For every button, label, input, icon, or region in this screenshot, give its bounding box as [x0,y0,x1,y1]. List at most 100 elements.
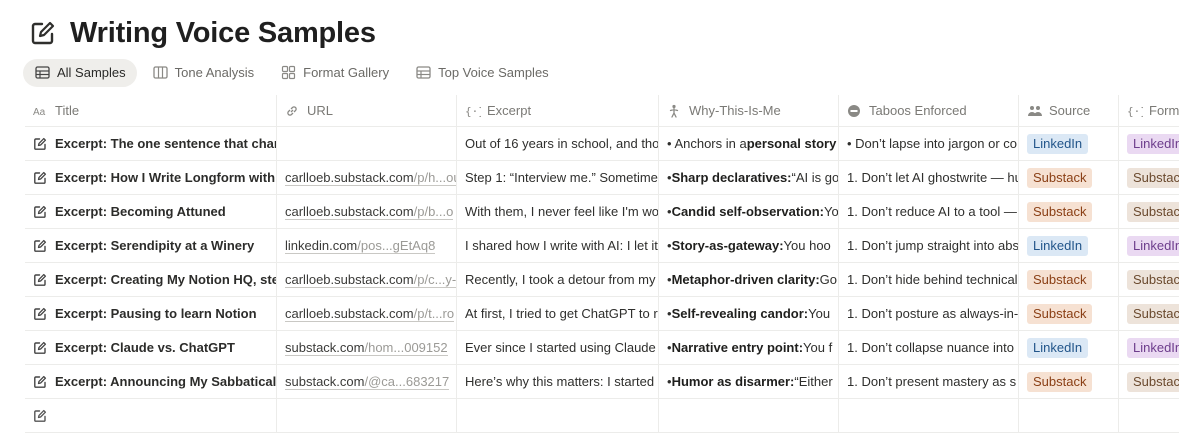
source-cell[interactable]: Substack [1019,195,1119,228]
why-cell[interactable]: • Metaphor-driven clarity: Go [659,263,839,296]
title-cell[interactable]: Excerpt: Announcing My Sabbatical P [25,365,277,398]
url-cell[interactable]: linkedin.com/pos...gEtAq8 [277,229,457,262]
url-path[interactable]: /p/h...ou [413,170,456,186]
format-cell[interactable]: Substack [1119,365,1179,398]
url-domain[interactable]: substack.com [285,340,365,356]
url-path[interactable]: /hom...009152 [364,340,448,356]
title-cell[interactable]: Excerpt: Serendipity at a Winery [25,229,277,262]
table-row[interactable]: Excerpt: Pausing to learn Notion carlloeb… [25,297,1179,331]
column-header-why[interactable]: Why-This-Is-Me [659,95,839,126]
table-row[interactable]: Excerpt: Serendipity at a Winery linkedin… [25,229,1179,263]
new-row-cell[interactable] [457,399,659,432]
taboo-cell[interactable]: • Don’t lapse into jargon or co [839,127,1019,160]
url-cell[interactable] [277,127,457,160]
url-cell[interactable]: carlloeb.substack.com/p/h...ou [277,161,457,194]
format-cell[interactable]: Substack [1119,195,1179,228]
why-cell[interactable]: • Narrative entry point: You f [659,331,839,364]
excerpt-cell[interactable]: With them, I never feel like I'm wo [457,195,659,228]
table-row[interactable]: Excerpt: How I Write Longform with AI car… [25,161,1179,195]
table-row[interactable]: Excerpt: Announcing My Sabbatical Psubst… [25,365,1179,399]
url-domain[interactable]: carlloeb.substack.com [285,272,414,288]
why-cell[interactable]: • Story-as-gateway: You hoo [659,229,839,262]
excerpt-cell[interactable]: Here’s why this matters: I started [457,365,659,398]
title-cell[interactable]: Excerpt: Becoming Attuned [25,195,277,228]
table-row[interactable]: Excerpt: Creating My Notion HQ, step carl… [25,263,1179,297]
taboo-cell[interactable]: 1. Don’t hide behind technical [839,263,1019,296]
excerpt-cell[interactable]: Step 1: “Interview me.” Sometime [457,161,659,194]
source-cell[interactable]: Substack [1019,365,1119,398]
column-header-format[interactable]: {·} Form [1119,95,1179,126]
format-cell[interactable]: Substack [1119,297,1179,330]
why-cell[interactable]: • Anchors in a personal story [659,127,839,160]
row-title[interactable]: Excerpt: How I Write Longform with AI [55,170,276,185]
why-cell[interactable]: • Candid self-observation: Yo [659,195,839,228]
excerpt-cell[interactable]: Ever since I started using Claude [457,331,659,364]
tab-tone-analysis[interactable]: Tone Analysis [141,59,266,87]
source-cell[interactable]: LinkedIn [1019,127,1119,160]
url-domain[interactable]: linkedin.com [285,238,358,254]
table-row[interactable]: Excerpt: Becoming Attuned carlloeb.substa… [25,195,1179,229]
table-row[interactable]: Excerpt: The one sentence that changed Ou… [25,127,1179,161]
excerpt-cell[interactable]: Out of 16 years in school, and tho [457,127,659,160]
row-title[interactable]: Excerpt: Serendipity at a Winery [55,238,254,253]
row-title[interactable]: Excerpt: Announcing My Sabbatical P [55,374,276,389]
column-header-source[interactable]: Source [1019,95,1119,126]
url-path[interactable]: /p/b...o [413,204,454,220]
taboo-cell[interactable]: 1. Don’t let AI ghostwrite — hu [839,161,1019,194]
excerpt-cell[interactable]: Recently, I took a detour from my [457,263,659,296]
url-domain[interactable]: carlloeb.substack.com [285,204,414,220]
row-title[interactable]: Excerpt: The one sentence that changed [55,136,276,151]
excerpt-cell[interactable]: I shared how I write with AI: I let it [457,229,659,262]
new-row-cell[interactable] [1119,399,1179,432]
row-title[interactable]: Excerpt: Pausing to learn Notion [55,306,257,321]
row-title[interactable]: Excerpt: Claude vs. ChatGPT [55,340,235,355]
column-header-excerpt[interactable]: {·} Excerpt [457,95,659,126]
row-title[interactable]: Excerpt: Creating My Notion HQ, step [55,272,276,287]
table-row[interactable]: Excerpt: Claude vs. ChatGPT substack.com /… [25,331,1179,365]
taboo-cell[interactable]: 1. Don’t reduce AI to a tool — [839,195,1019,228]
new-row-title[interactable] [25,399,277,432]
url-path[interactable]: /p/c...y- [413,272,456,288]
url-path[interactable]: /@ca...683217 [364,374,450,390]
format-cell[interactable]: LinkedIn [1119,331,1179,364]
source-cell[interactable]: Substack [1019,263,1119,296]
title-cell[interactable]: Excerpt: Claude vs. ChatGPT [25,331,277,364]
url-domain[interactable]: substack.com [285,374,365,390]
taboo-cell[interactable]: 1. Don’t collapse nuance into [839,331,1019,364]
title-cell[interactable]: Excerpt: How I Write Longform with AI [25,161,277,194]
title-cell[interactable]: Excerpt: Creating My Notion HQ, step [25,263,277,296]
why-cell[interactable]: • Sharp declaratives: “AI is go [659,161,839,194]
format-cell[interactable]: LinkedIn [1119,229,1179,262]
new-row-cell[interactable] [839,399,1019,432]
new-row[interactable] [25,399,1179,433]
url-cell[interactable]: carlloeb.substack.com/p/c...y- [277,263,457,296]
url-cell[interactable]: substack.com/@ca...683217 [277,365,457,398]
url-domain[interactable]: carlloeb.substack.com [285,170,414,186]
taboo-cell[interactable]: 1. Don’t present mastery as s [839,365,1019,398]
source-cell[interactable]: LinkedIn [1019,229,1119,262]
tab-top-voice-samples[interactable]: Top Voice Samples [404,59,560,87]
tab-format-gallery[interactable]: Format Gallery [269,59,400,87]
title-cell[interactable]: Excerpt: The one sentence that changed [25,127,277,160]
url-cell[interactable]: carlloeb.substack.com/p/t...ro [277,297,457,330]
column-header-url[interactable]: URL [277,95,457,126]
excerpt-cell[interactable]: At first, I tried to get ChatGPT to r [457,297,659,330]
format-cell[interactable]: Substack [1119,161,1179,194]
column-header-taboos[interactable]: Taboos Enforced [839,95,1019,126]
column-header-title[interactable]: Aa Title [25,95,277,126]
taboo-cell[interactable]: 1. Don’t posture as always-in- [839,297,1019,330]
new-row-cell[interactable] [1019,399,1119,432]
format-cell[interactable]: Substack [1119,263,1179,296]
source-cell[interactable]: Substack [1019,297,1119,330]
source-cell[interactable]: Substack [1019,161,1119,194]
new-row-cell[interactable] [277,399,457,432]
why-cell[interactable]: • Self-revealing candor: You [659,297,839,330]
url-path[interactable]: /p/t...ro [413,306,455,322]
row-title[interactable]: Excerpt: Becoming Attuned [55,204,226,219]
why-cell[interactable]: • Humor as disarmer: “Either [659,365,839,398]
format-cell[interactable]: LinkedIn [1119,127,1179,160]
title-cell[interactable]: Excerpt: Pausing to learn Notion [25,297,277,330]
new-row-cell[interactable] [659,399,839,432]
source-cell[interactable]: LinkedIn [1019,331,1119,364]
url-cell[interactable]: substack.com/hom...009152 [277,331,457,364]
